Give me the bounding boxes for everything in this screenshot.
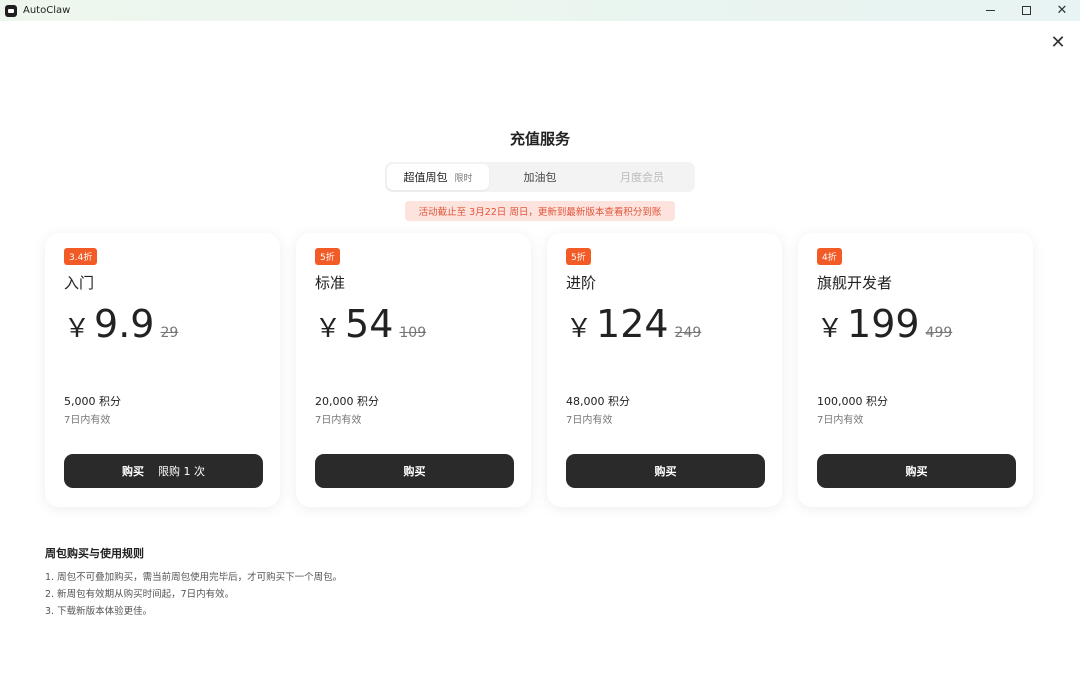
original-price: 499: [925, 325, 953, 341]
page-title: 充值服务: [509, 130, 570, 148]
rule-item: 1. 周包不可叠加购买，需当前周包使用完毕后，才可购买下一个周包。: [45, 572, 343, 583]
maximize-icon: [1021, 6, 1031, 15]
plan-card-advanced: 5折 进阶 ￥ 124 249 48,000 积分 7日内有效 购买: [547, 233, 782, 507]
title-bar: AutoClaw ✕: [0, 0, 1080, 21]
validity-text: 7日内有效: [64, 415, 111, 426]
discount-badge: 5折: [315, 248, 340, 265]
currency-symbol: ￥: [566, 314, 593, 344]
discount-badge: 3.4折: [64, 248, 98, 265]
original-price: 29: [160, 325, 179, 341]
original-price: 249: [674, 325, 702, 341]
points-amount: 48,000 积分: [566, 395, 630, 408]
window-title: AutoClaw: [23, 5, 71, 16]
close-icon: ✕: [1050, 32, 1066, 53]
minimize-icon: [985, 10, 995, 11]
buy-button-label: 购买: [654, 465, 677, 478]
buy-button-label: 购买: [905, 465, 928, 478]
price: 199: [847, 302, 920, 346]
tab-label: 加油包: [523, 171, 557, 184]
tab-monthly-membership[interactable]: 月度会员: [591, 164, 693, 190]
plan-tabs: 超值周包 限时 加油包 月度会员: [385, 162, 695, 192]
rule-item: 3. 下载新版本体验更佳。: [45, 606, 153, 617]
rule-item: 2. 新周包有效期从购买时间起，7日内有效。: [45, 589, 235, 600]
buy-button-label: 购买: [403, 465, 426, 478]
price-row: ￥ 54 109: [315, 305, 426, 345]
close-icon: ✕: [1056, 3, 1068, 18]
tab-boost-pack[interactable]: 加油包: [489, 164, 591, 190]
price: 54: [345, 302, 394, 346]
buy-button[interactable]: 购买: [566, 454, 765, 488]
validity-text: 7日内有效: [315, 415, 362, 426]
close-dialog-button[interactable]: ✕: [1050, 32, 1066, 53]
price-row: ￥ 124 249: [566, 305, 701, 345]
minimize-button[interactable]: [972, 0, 1008, 21]
currency-symbol: ￥: [315, 314, 342, 344]
plan-name: 入门: [64, 274, 95, 292]
tab-label: 月度会员: [620, 171, 664, 184]
price: 9.9: [94, 302, 155, 346]
tab-weekly-pack[interactable]: 超值周包 限时: [387, 164, 489, 190]
validity-text: 7日内有效: [566, 415, 613, 426]
purchase-limit-text: 限购 1 次: [158, 465, 205, 478]
price: 124: [596, 302, 669, 346]
currency-symbol: ￥: [64, 314, 91, 344]
maximize-button[interactable]: [1008, 0, 1044, 21]
buy-button[interactable]: 购买 限购 1 次: [64, 454, 263, 488]
window-controls: ✕: [972, 0, 1080, 21]
app-logo-icon: [5, 4, 17, 17]
plan-card-starter: 3.4折 入门 ￥ 9.9 29 5,000 积分 7日内有效 购买 限购 1 …: [45, 233, 280, 507]
price-row: ￥ 199 499: [817, 305, 952, 345]
buy-button[interactable]: 购买: [315, 454, 514, 488]
plan-name: 进阶: [566, 274, 597, 292]
price-row: ￥ 9.9 29: [64, 305, 178, 345]
points-amount: 20,000 积分: [315, 395, 379, 408]
discount-badge: 4折: [817, 248, 842, 265]
limited-tag: 限时: [454, 173, 473, 184]
discount-badge: 5折: [566, 248, 591, 265]
currency-symbol: ￥: [817, 314, 844, 344]
promo-notice: 活动截止至 3月22日 周日，更新到最新版本查看积分到账: [405, 201, 675, 221]
points-amount: 5,000 积分: [64, 395, 121, 408]
plan-card-flagship: 4折 旗舰开发者 ￥ 199 499 100,000 积分 7日内有效 购买: [798, 233, 1033, 507]
window-close-button[interactable]: ✕: [1044, 0, 1080, 21]
original-price: 109: [399, 325, 427, 341]
buy-button[interactable]: 购买: [817, 454, 1016, 488]
rules-title: 周包购买与使用规则: [45, 547, 144, 560]
plan-name: 标准: [315, 274, 346, 292]
points-amount: 100,000 积分: [817, 395, 888, 408]
buy-button-label: 购买: [122, 465, 144, 478]
plan-name: 旗舰开发者: [817, 274, 893, 292]
tab-label: 超值周包: [403, 171, 448, 184]
validity-text: 7日内有效: [817, 415, 864, 426]
plan-card-standard: 5折 标准 ￥ 54 109 20,000 积分 7日内有效 购买: [296, 233, 531, 507]
